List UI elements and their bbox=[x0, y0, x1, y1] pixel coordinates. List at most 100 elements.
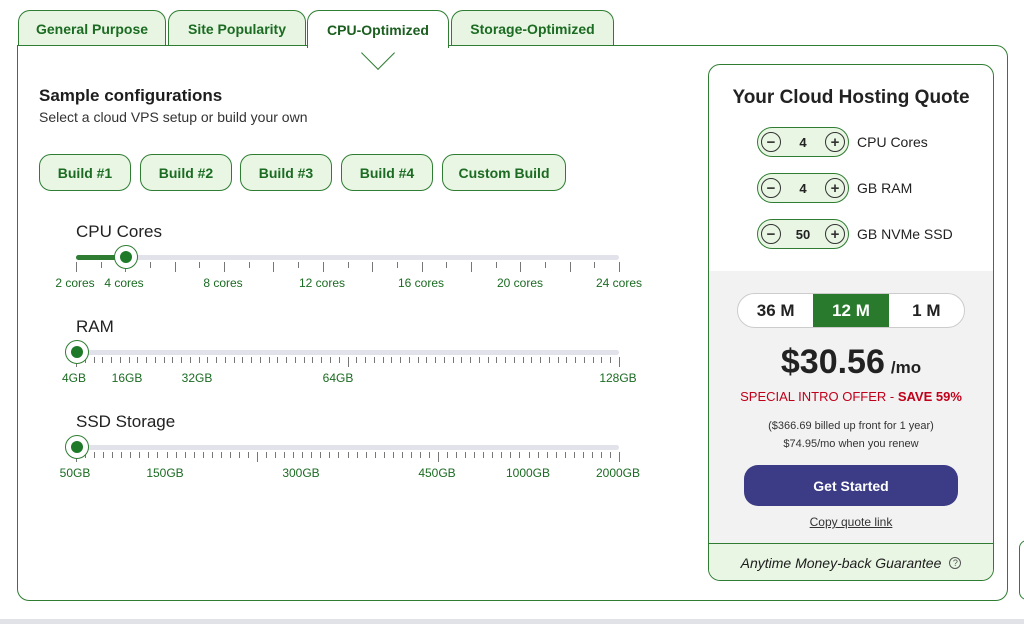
slider-tick bbox=[619, 452, 620, 462]
ssd-minus-button[interactable]: − bbox=[761, 224, 781, 244]
slider-tick bbox=[365, 357, 367, 363]
slider-tick bbox=[396, 262, 398, 268]
slider-tick bbox=[238, 452, 240, 458]
slider-tick bbox=[294, 357, 296, 363]
ssd-slider-track[interactable] bbox=[76, 445, 619, 450]
ssd-stepper: − 50 + bbox=[757, 219, 849, 249]
slider-tick bbox=[470, 357, 472, 363]
slider-tick bbox=[540, 357, 542, 363]
slider-tick bbox=[372, 262, 374, 272]
slider-tick bbox=[293, 452, 295, 458]
slider-tick bbox=[102, 357, 104, 363]
slider-tick bbox=[555, 452, 557, 458]
slider-tick bbox=[303, 357, 305, 363]
slider-tick bbox=[320, 452, 322, 458]
slider-tick bbox=[286, 357, 288, 363]
slider-tick bbox=[119, 357, 121, 363]
slider-tick bbox=[298, 262, 300, 268]
slider-tick bbox=[347, 452, 349, 458]
slider-tick bbox=[166, 452, 168, 458]
slider-tick bbox=[184, 452, 186, 458]
ssd-tick-label: 450GB bbox=[418, 466, 456, 480]
tab-site-popularity[interactable]: Site Popularity bbox=[168, 10, 306, 46]
cpu-slider-track[interactable] bbox=[76, 255, 619, 260]
build-3-button[interactable]: Build #3 bbox=[240, 154, 332, 191]
slider-tick bbox=[447, 452, 449, 458]
cpu-stepper: − 4 + bbox=[757, 127, 849, 157]
slider-tick bbox=[172, 357, 174, 363]
slider-tick bbox=[465, 452, 467, 458]
slider-tick bbox=[103, 452, 105, 458]
tab-general-purpose[interactable]: General Purpose bbox=[18, 10, 166, 46]
ram-tick-label: 16GB bbox=[111, 371, 143, 385]
slider-tick bbox=[400, 357, 402, 363]
slider-tick bbox=[619, 262, 620, 272]
slider-tick bbox=[546, 452, 548, 458]
slider-tick bbox=[248, 262, 250, 268]
ssd-tick-label: 50GB bbox=[59, 466, 91, 480]
ssd-plus-button[interactable]: + bbox=[825, 224, 845, 244]
slider-tick bbox=[146, 357, 148, 363]
ram-minus-button[interactable]: − bbox=[761, 178, 781, 198]
slider-tick bbox=[112, 452, 114, 458]
slider-tick bbox=[421, 262, 423, 272]
copy-quote-link[interactable]: Copy quote link bbox=[709, 515, 993, 529]
slider-tick bbox=[487, 357, 489, 363]
slider-tick bbox=[470, 262, 472, 272]
ram-slider-thumb[interactable] bbox=[65, 340, 89, 364]
cpu-tick-label: 2 cores bbox=[55, 276, 95, 290]
term-36m-button[interactable]: 36 M bbox=[738, 294, 813, 327]
ram-tick-label: 64GB bbox=[322, 371, 354, 385]
cpu-plus-button[interactable]: + bbox=[824, 132, 845, 152]
slider-tick bbox=[174, 262, 176, 272]
cpu-minus-button[interactable]: − bbox=[761, 132, 781, 152]
custom-build-button[interactable]: Custom Build bbox=[442, 154, 566, 191]
ssd-tick-label: 150GB bbox=[146, 466, 184, 480]
slider-tick bbox=[582, 452, 584, 458]
money-back-guarantee: Anytime Money-back Guarantee ? bbox=[709, 543, 993, 580]
slider-tick bbox=[329, 452, 331, 458]
slider-tick bbox=[356, 452, 358, 458]
slider-tick bbox=[456, 452, 458, 458]
build-2-button[interactable]: Build #2 bbox=[140, 154, 232, 191]
tab-storage-optimized[interactable]: Storage-Optimized bbox=[451, 10, 614, 46]
slider-tick bbox=[438, 452, 439, 462]
slider-tick bbox=[461, 357, 463, 363]
ram-plus-button[interactable]: + bbox=[824, 178, 845, 198]
slider-tick bbox=[374, 452, 376, 458]
slider-tick bbox=[410, 452, 412, 458]
slider-tick bbox=[121, 452, 123, 458]
slider-tick bbox=[321, 357, 323, 363]
get-started-button[interactable]: Get Started bbox=[744, 465, 958, 506]
ram-tick-label: 32GB bbox=[181, 371, 213, 385]
slider-tick bbox=[566, 357, 568, 363]
price-area: 36 M 12 M 1 M $30.56/mo SPECIAL INTRO OF… bbox=[709, 271, 993, 543]
help-icon[interactable]: ? bbox=[949, 557, 962, 569]
ram-slider-track[interactable] bbox=[76, 350, 619, 355]
slider-tick bbox=[537, 452, 539, 458]
slider-tick bbox=[224, 357, 226, 363]
slider-tick bbox=[383, 452, 385, 458]
cpu-slider-thumb[interactable] bbox=[114, 245, 138, 269]
ram-tick-label: 4GB bbox=[61, 371, 87, 385]
ssd-slider-thumb[interactable] bbox=[65, 435, 89, 459]
ssd-tick-label: 2000GB bbox=[595, 466, 641, 480]
offer-prefix: SPECIAL INTRO OFFER - bbox=[740, 389, 898, 404]
slider-tick bbox=[528, 452, 530, 458]
slider-tick bbox=[591, 452, 593, 458]
bottom-scrollbar bbox=[0, 619, 1024, 624]
slider-tick bbox=[338, 452, 340, 458]
term-12m-button[interactable]: 12 M bbox=[813, 294, 889, 327]
slider-tick bbox=[544, 262, 546, 268]
slider-tick bbox=[150, 262, 152, 268]
build-4-button[interactable]: Build #4 bbox=[341, 154, 433, 191]
slider-tick bbox=[609, 452, 611, 458]
slider-tick bbox=[356, 357, 358, 363]
build-1-button[interactable]: Build #1 bbox=[39, 154, 131, 191]
term-1m-button[interactable]: 1 M bbox=[889, 294, 964, 327]
slider-tick bbox=[266, 452, 268, 458]
slider-tick bbox=[181, 357, 183, 363]
ram-slider-label: RAM bbox=[76, 317, 114, 336]
cpu-stepper-value: 4 bbox=[799, 134, 807, 150]
slider-tick bbox=[322, 262, 324, 272]
